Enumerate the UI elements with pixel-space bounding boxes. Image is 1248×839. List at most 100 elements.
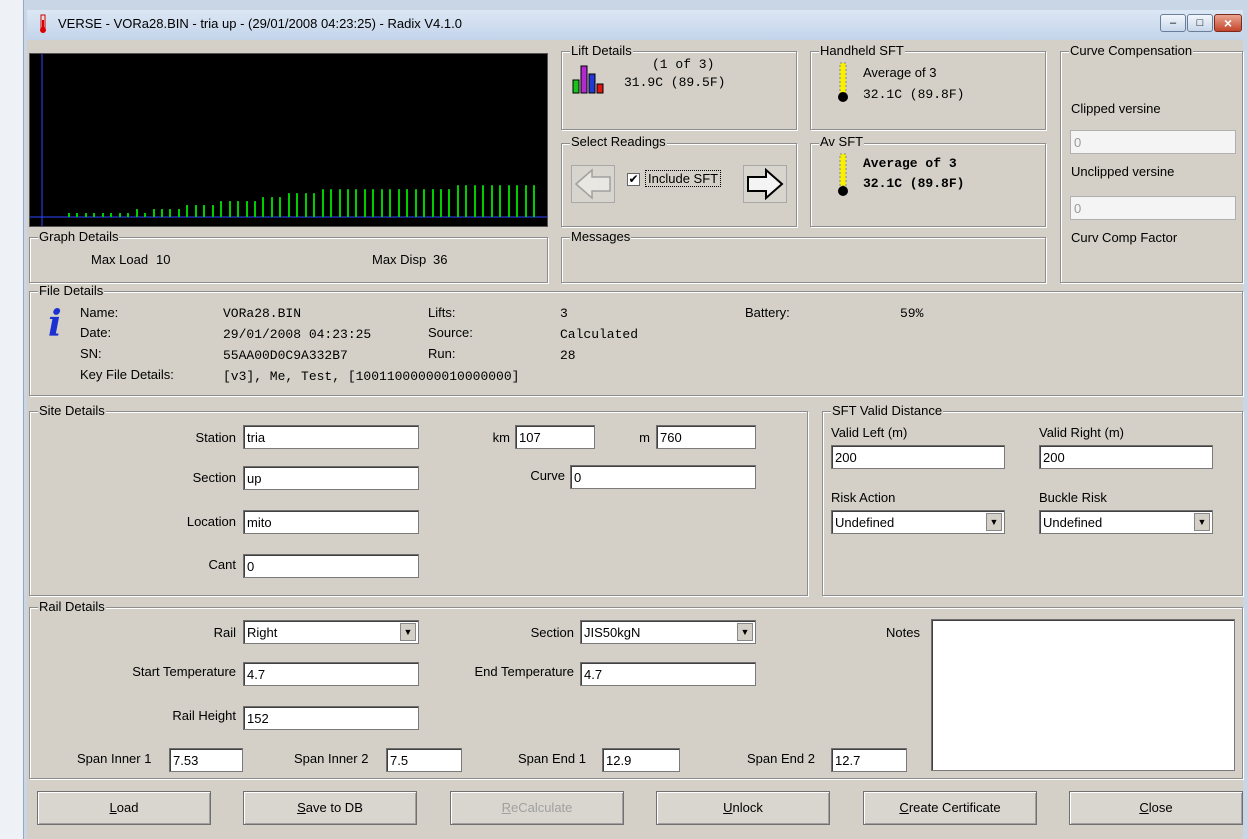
load-displacement-graph bbox=[29, 53, 548, 227]
span-end-2-label: Span End 2 bbox=[747, 751, 815, 766]
unclipped-versine-field[interactable]: 0 bbox=[1070, 196, 1236, 220]
graph-bar bbox=[212, 205, 214, 217]
graph-bar bbox=[153, 209, 155, 217]
graph-bar bbox=[364, 189, 366, 217]
graph-bar bbox=[525, 185, 527, 217]
cant-field[interactable]: 0 bbox=[243, 554, 419, 578]
span-inner-2-field[interactable]: 7.5 bbox=[386, 748, 462, 772]
m-field[interactable]: 760 bbox=[656, 425, 756, 449]
curve-field[interactable]: 0 bbox=[570, 465, 756, 489]
messages-label: Messages bbox=[570, 229, 632, 244]
graph-bar bbox=[305, 193, 307, 217]
graph-bar bbox=[398, 189, 400, 217]
av-sft-reading: 32.1C (89.8F) bbox=[863, 176, 965, 191]
graph-bar bbox=[457, 185, 459, 217]
span-inner-1-field[interactable]: 7.53 bbox=[169, 748, 243, 772]
notes-textarea[interactable] bbox=[931, 619, 1235, 771]
battery-label: Battery: bbox=[745, 305, 790, 320]
maximize-button[interactable]: □ bbox=[1187, 14, 1213, 32]
graph-bar bbox=[203, 205, 205, 217]
valid-right-field[interactable]: 200 bbox=[1039, 445, 1213, 469]
span-inner-2-label: Span Inner 2 bbox=[294, 751, 369, 766]
graph-bar bbox=[246, 201, 248, 217]
dropdown-arrow-icon[interactable]: ▼ bbox=[1194, 513, 1210, 531]
graph-bar bbox=[85, 213, 87, 217]
file-details-group bbox=[29, 291, 1243, 396]
start-temperature-field[interactable]: 4.7 bbox=[243, 662, 419, 686]
dropdown-arrow-icon[interactable]: ▼ bbox=[400, 623, 416, 641]
unclipped-versine-label: Unclipped versine bbox=[1071, 164, 1175, 179]
valid-left-field[interactable]: 200 bbox=[831, 445, 1005, 469]
station-field[interactable]: tria bbox=[243, 425, 419, 449]
graph-bar bbox=[432, 189, 434, 217]
span-end-2-field[interactable]: 12.7 bbox=[831, 748, 907, 772]
rail-height-field[interactable]: 152 bbox=[243, 706, 419, 730]
start-temperature-label: Start Temperature bbox=[132, 664, 236, 679]
km-label: km bbox=[492, 430, 510, 445]
battery-value: 59% bbox=[900, 306, 924, 321]
dropdown-arrow-icon[interactable]: ▼ bbox=[986, 513, 1002, 531]
graph-bar bbox=[271, 197, 273, 217]
clipped-versine-label: Clipped versine bbox=[1071, 101, 1161, 116]
graph-bar bbox=[322, 189, 324, 217]
unlock-button[interactable]: Unlock bbox=[656, 791, 830, 825]
name-label: Name: bbox=[80, 305, 119, 320]
curv-comp-factor-label: Curv Comp Factor bbox=[1071, 230, 1178, 245]
span-end-1-field[interactable]: 12.9 bbox=[602, 748, 680, 772]
rail-select[interactable]: Right ▼ bbox=[243, 620, 419, 644]
clipped-versine-field[interactable]: 0 bbox=[1070, 130, 1236, 154]
window-title: VERSE - VORa28.BIN - tria up - (29/01/20… bbox=[58, 16, 462, 31]
lifts-value: 3 bbox=[560, 306, 568, 321]
next-reading-button[interactable] bbox=[743, 165, 787, 203]
include-sft-checkbox[interactable]: ✔ bbox=[627, 173, 640, 186]
graph-bar bbox=[229, 201, 231, 217]
rail-section-label: Section bbox=[530, 625, 574, 640]
end-temperature-field[interactable]: 4.7 bbox=[580, 662, 756, 686]
valid-right-label: Valid Right (m) bbox=[1039, 425, 1125, 440]
graph-bar bbox=[448, 189, 450, 217]
section-field[interactable]: up bbox=[243, 466, 419, 490]
graph-bar bbox=[423, 189, 425, 217]
serial-number-value: 55AA00D0C9A332B7 bbox=[223, 348, 348, 363]
location-field[interactable]: mito bbox=[243, 510, 419, 534]
graph-bar bbox=[372, 189, 374, 217]
close-button[interactable]: Close bbox=[1069, 791, 1243, 825]
graph-bar bbox=[440, 189, 442, 217]
graph-bar bbox=[389, 189, 391, 217]
av-sft-average-label: Average of 3 bbox=[863, 156, 957, 171]
risk-action-select[interactable]: Undefined ▼ bbox=[831, 510, 1005, 534]
close-window-button[interactable]: × bbox=[1214, 14, 1242, 32]
thermometer-icon bbox=[838, 62, 848, 102]
graph-bar bbox=[381, 189, 383, 217]
include-sft-label[interactable]: Include SFT bbox=[645, 170, 722, 187]
buckle-risk-label: Buckle Risk bbox=[1039, 490, 1107, 505]
graph-bar bbox=[313, 193, 315, 217]
key-file-value: [v3], Me, Test, [10011000000010000000] bbox=[223, 369, 520, 384]
km-field[interactable]: 107 bbox=[515, 425, 595, 449]
dropdown-arrow-icon[interactable]: ▼ bbox=[737, 623, 753, 641]
graph-bar bbox=[237, 201, 239, 217]
graph-bar bbox=[68, 213, 70, 217]
m-label: m bbox=[639, 430, 650, 445]
bar-chart-icon bbox=[572, 65, 604, 94]
load-button[interactable]: Load bbox=[37, 791, 211, 825]
graph-bar bbox=[508, 185, 510, 217]
previous-reading-button[interactable] bbox=[571, 165, 615, 203]
recalculate-button[interactable]: ReCalculate bbox=[450, 791, 624, 825]
graph-bar bbox=[136, 209, 138, 217]
sn-label: SN: bbox=[80, 346, 102, 361]
cant-label: Cant bbox=[208, 557, 236, 572]
buckle-risk-select[interactable]: Undefined ▼ bbox=[1039, 510, 1213, 534]
minimize-button[interactable]: – bbox=[1160, 14, 1186, 32]
graph-bar bbox=[533, 185, 535, 217]
save-to-db-button[interactable]: Save to DB bbox=[243, 791, 417, 825]
risk-action-value: Undefined bbox=[835, 515, 895, 530]
span-inner-1-label: Span Inner 1 bbox=[77, 751, 152, 766]
av-sft-label: Av SFT bbox=[819, 134, 865, 149]
rail-section-select[interactable]: JIS50kgN ▼ bbox=[580, 620, 756, 644]
create-certificate-button[interactable]: Create Certificate bbox=[863, 791, 1037, 825]
handheld-sft-label: Handheld SFT bbox=[819, 43, 905, 58]
graph-bar bbox=[279, 197, 281, 217]
lifts-label: Lifts: bbox=[428, 305, 456, 320]
file-details-label: File Details bbox=[38, 283, 105, 298]
